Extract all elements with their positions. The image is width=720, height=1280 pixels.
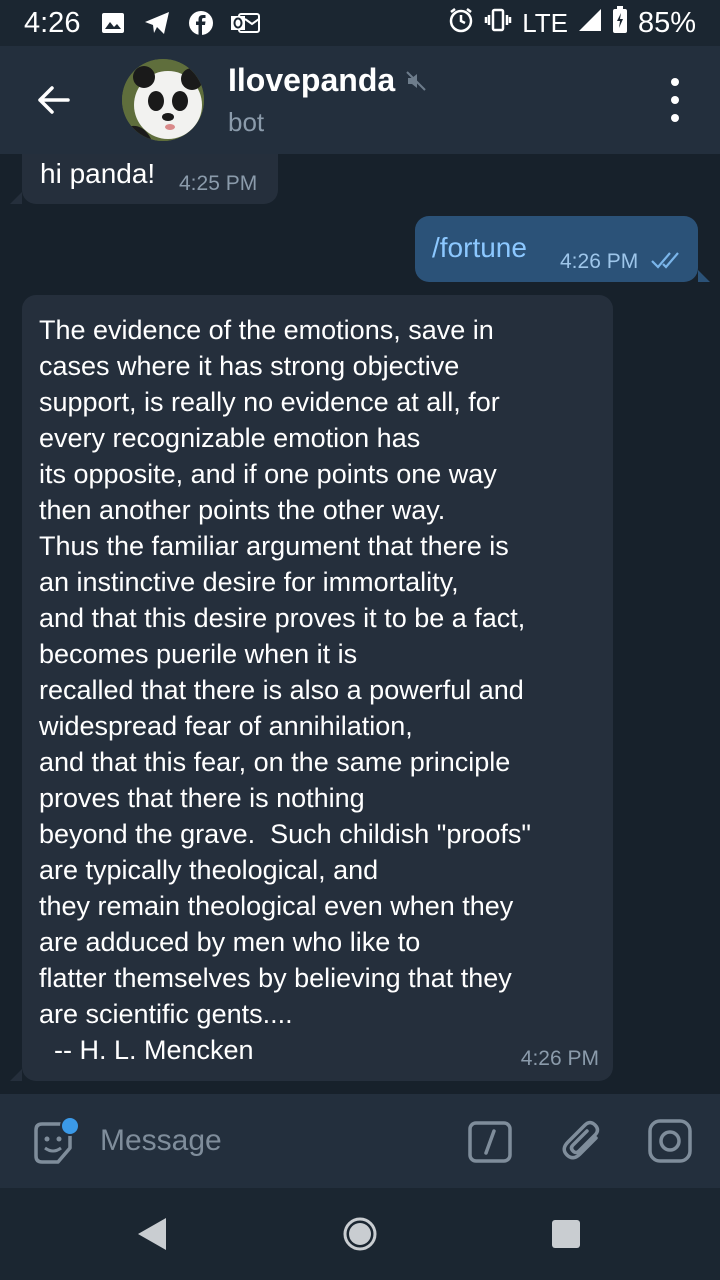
more-vertical-icon [671,78,679,86]
outlook-icon [230,10,261,36]
message-bubble-incoming[interactable]: The evidence of the emotions, save in ca… [10,295,613,1081]
camera-icon [648,1119,692,1163]
gallery-icon [98,10,128,36]
system-nav-bar [0,1188,720,1280]
status-bar: 4:26 LTE 85% [0,0,720,46]
notification-icons [98,10,261,36]
status-time: 4:26 [24,6,81,39]
battery-percent: 85% [637,6,696,39]
telegram-icon [142,10,172,36]
chat-title-block[interactable]: Ilovepanda bot [228,62,427,138]
system-indicators: LTE 85% [448,5,696,41]
network-type: LTE [522,7,568,38]
circle-home-icon [343,1217,377,1251]
message-time: 4:26 PM [520,1047,599,1070]
mute-icon [406,70,426,91]
chat-title: Ilovepanda [228,62,396,98]
vibrate-icon [484,8,512,39]
triangle-back-icon [138,1218,166,1250]
camera-button[interactable] [647,1118,693,1164]
message-text: hi panda! [40,158,156,189]
battery-icon [612,5,628,41]
message-time: 4:26 PM [560,250,639,273]
slash-command-icon [468,1121,512,1163]
message-text[interactable]: /fortune [432,232,527,264]
message-composer [0,1094,720,1188]
nav-recents-button[interactable] [551,1219,581,1254]
avatar[interactable] [122,59,204,141]
chat-subtitle: bot [228,107,265,137]
new-badge-dot [60,1116,80,1136]
chat-header: Ilovepanda bot [0,46,720,154]
read-checkmarks-icon [650,250,684,275]
message-bubble-incoming[interactable]: hi panda! 4:25 PM [10,154,278,204]
facebook-icon [186,10,216,36]
message-list[interactable]: hi panda! 4:25 PM /fortune 4:26 PM The e… [0,154,720,1094]
back-button[interactable] [25,72,81,128]
message-time: 4:25 PM [179,172,258,195]
message-input[interactable] [100,1118,440,1164]
signal-icon [578,8,602,39]
nav-back-button[interactable] [136,1216,168,1257]
nav-home-button[interactable] [342,1216,378,1257]
square-recents-icon [552,1220,580,1248]
arrow-left-icon [38,86,70,114]
message-bubble-outgoing[interactable]: /fortune 4:26 PM [415,216,710,282]
paperclip-icon [562,1120,600,1160]
message-text: The evidence of the emotions, save in ca… [39,315,531,1065]
attach-button[interactable] [560,1118,606,1164]
alarm-icon [448,7,474,40]
bot-commands-button[interactable] [467,1119,513,1165]
more-options-button[interactable] [660,78,690,122]
